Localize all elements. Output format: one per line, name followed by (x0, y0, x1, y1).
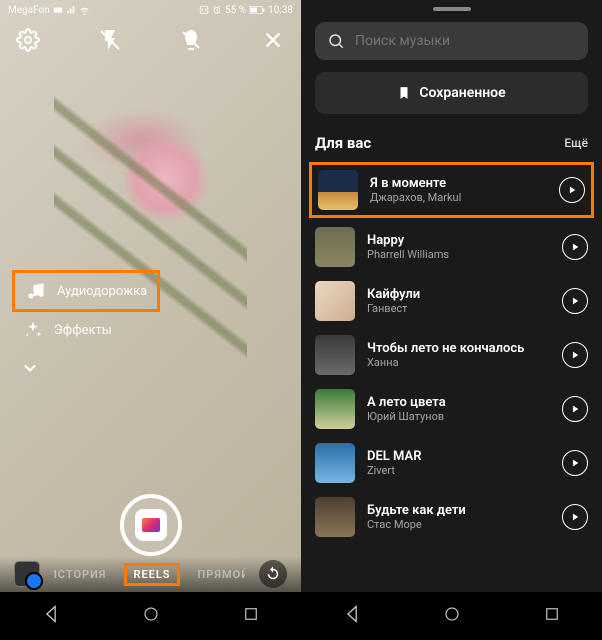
track-title: DEL MAR (367, 449, 550, 464)
shutter-button[interactable] (120, 494, 182, 556)
status-bar: MegaFon 55 % 10:38 (0, 0, 301, 20)
volte-icon (53, 5, 63, 15)
track-artist: Юрий Шатунов (367, 410, 550, 423)
flip-camera-button[interactable] (259, 560, 287, 588)
audio-track-label: Аудиодорожка (57, 284, 147, 299)
nfc-icon (199, 5, 209, 15)
mode-selector[interactable]: ИСТОРИЯ REELS ПРЯМОЙ (54, 563, 245, 586)
effects-label: Эффекты (54, 323, 112, 338)
track-row[interactable]: Happy Pharrell Williams (301, 220, 602, 274)
track-row[interactable]: А лето цвета Юрий Шатунов (301, 382, 602, 436)
play-button[interactable] (559, 177, 585, 203)
wifi-icon (79, 5, 90, 16)
music-note-icon (25, 280, 47, 302)
saved-label: Сохраненное (419, 85, 505, 101)
alarm-icon (212, 5, 222, 15)
nav-back-icon[interactable] (41, 604, 61, 628)
battery-percent: 55 % (225, 5, 246, 16)
track-cover (315, 227, 355, 267)
android-nav-bar (301, 592, 602, 640)
track-row[interactable]: Кайфули Ганвест (301, 274, 602, 328)
carrier-label: MegaFon (8, 5, 50, 16)
search-input[interactable] (355, 33, 576, 49)
touchup-icon[interactable] (177, 26, 205, 54)
reels-logo-icon (135, 509, 167, 541)
track-list[interactable]: Я в моменте Джарахов, Markul Happy Pharr… (301, 160, 602, 592)
track-title: Чтобы лето не кончалось (367, 341, 550, 356)
track-cover (315, 335, 355, 375)
track-cover (315, 389, 355, 429)
track-cover (315, 443, 355, 483)
audio-track-option[interactable]: Аудиодорожка (12, 270, 160, 312)
saved-button[interactable]: Сохраненное (315, 72, 588, 114)
track-row[interactable]: Чтобы лето не кончалось Ханна (301, 328, 602, 382)
track-artist: Ганвест (367, 302, 550, 315)
reels-camera-screen: MegaFon 55 % 10:38 (0, 0, 301, 640)
settings-icon[interactable] (14, 26, 42, 54)
track-cover (318, 170, 358, 210)
battery-icon (249, 5, 265, 15)
track-title: Я в моменте (370, 176, 547, 191)
track-artist: Ханна (367, 356, 550, 369)
chevron-down-icon[interactable] (20, 358, 40, 382)
search-icon (327, 32, 345, 50)
play-button[interactable] (562, 342, 588, 368)
track-title: А лето цвета (367, 395, 550, 410)
flash-off-icon[interactable] (96, 26, 124, 54)
track-artist: Pharrell Williams (367, 248, 550, 261)
play-button[interactable] (562, 504, 588, 530)
music-picker-screen: Сохраненное Для вас Ещё Я в моменте Джар… (301, 0, 602, 640)
more-link[interactable]: Ещё (564, 136, 588, 150)
close-icon[interactable] (259, 26, 287, 54)
track-artist: Стас Море (367, 518, 550, 531)
signal-icon (66, 5, 76, 15)
clock: 10:38 (268, 5, 293, 16)
search-box[interactable] (315, 22, 588, 60)
track-title: Happy (367, 233, 550, 248)
section-title: Для вас (315, 134, 371, 152)
mode-live[interactable]: ПРЯМОЙ (198, 568, 245, 581)
track-title: Кайфули (367, 287, 550, 302)
nav-recent-icon[interactable] (242, 605, 260, 627)
mode-story[interactable]: ИСТОРИЯ (54, 568, 106, 581)
track-row[interactable]: Будьте как дети Стас Море (301, 490, 602, 544)
bookmark-icon (397, 85, 411, 101)
play-button[interactable] (562, 288, 588, 314)
drag-handle[interactable] (433, 7, 471, 11)
nav-recent-icon[interactable] (543, 605, 561, 627)
nav-home-icon[interactable] (142, 605, 160, 627)
nav-back-icon[interactable] (342, 604, 362, 628)
play-button[interactable] (562, 450, 588, 476)
track-row[interactable]: Я в моменте Джарахов, Markul (309, 162, 594, 218)
gallery-button[interactable] (14, 561, 40, 587)
play-button[interactable] (562, 396, 588, 422)
track-cover (315, 497, 355, 537)
track-cover (315, 281, 355, 321)
effects-option[interactable]: Эффекты (12, 312, 160, 348)
mode-reels[interactable]: REELS (124, 563, 179, 586)
android-nav-bar (0, 592, 301, 640)
track-artist: Zivert (367, 464, 550, 477)
sparkle-icon (22, 319, 44, 341)
track-artist: Джарахов, Markul (370, 191, 547, 204)
track-title: Будьте как дети (367, 503, 550, 518)
play-button[interactable] (562, 234, 588, 260)
track-row[interactable]: DEL MAR Zivert (301, 436, 602, 490)
nav-home-icon[interactable] (443, 605, 461, 627)
